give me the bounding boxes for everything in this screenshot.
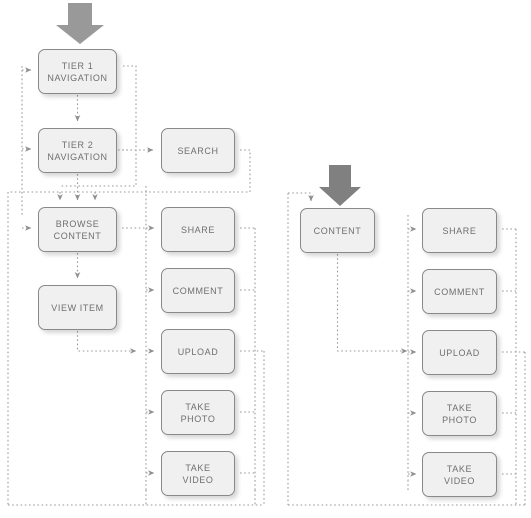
entry-arrow-left-icon [56, 3, 104, 44]
diagram-canvas: TIER 1 NAVIGATION TIER 2 NAVIGATION SEAR… [0, 0, 531, 518]
node-label: SHARE [442, 225, 477, 236]
node-tier-2-navigation[interactable]: TIER 2 NAVIGATION [38, 128, 117, 173]
entry-arrow-right-icon [319, 165, 361, 206]
node-label: TAKE PHOTO [442, 402, 477, 425]
node-content-upload[interactable]: UPLOAD [422, 330, 497, 375]
node-content[interactable]: CONTENT [300, 208, 375, 253]
node-content-take-video[interactable]: TAKE VIDEO [422, 452, 497, 497]
node-tier-1-navigation[interactable]: TIER 1 NAVIGATION [38, 49, 117, 94]
node-content-take-photo[interactable]: TAKE PHOTO [422, 391, 497, 436]
node-label: COMMENT [434, 286, 485, 297]
node-upload[interactable]: UPLOAD [161, 329, 235, 374]
node-label: BROWSE CONTENT [53, 218, 102, 241]
node-label: SHARE [180, 224, 215, 235]
node-label: TAKE PHOTO [180, 401, 216, 424]
node-content-share[interactable]: SHARE [422, 208, 497, 253]
node-share[interactable]: SHARE [161, 207, 235, 252]
node-content-comment[interactable]: COMMENT [422, 269, 497, 314]
node-label: COMMENT [172, 285, 224, 296]
node-label: SEARCH [177, 145, 219, 156]
node-take-photo[interactable]: TAKE PHOTO [161, 390, 235, 435]
node-search[interactable]: SEARCH [161, 128, 235, 173]
node-take-video[interactable]: TAKE VIDEO [161, 451, 235, 496]
node-comment[interactable]: COMMENT [161, 268, 235, 313]
node-label: TIER 2 NAVIGATION [47, 139, 108, 162]
node-label: CONTENT [313, 225, 362, 236]
node-label: TIER 1 NAVIGATION [47, 60, 108, 83]
node-browse-content[interactable]: BROWSE CONTENT [38, 207, 117, 252]
node-label: UPLOAD [177, 346, 219, 357]
node-label: TAKE VIDEO [182, 462, 214, 485]
node-view-item[interactable]: VIEW ITEM [38, 285, 117, 330]
node-label: TAKE VIDEO [443, 463, 475, 486]
node-label: VIEW ITEM [51, 302, 104, 313]
node-label: UPLOAD [439, 347, 480, 358]
